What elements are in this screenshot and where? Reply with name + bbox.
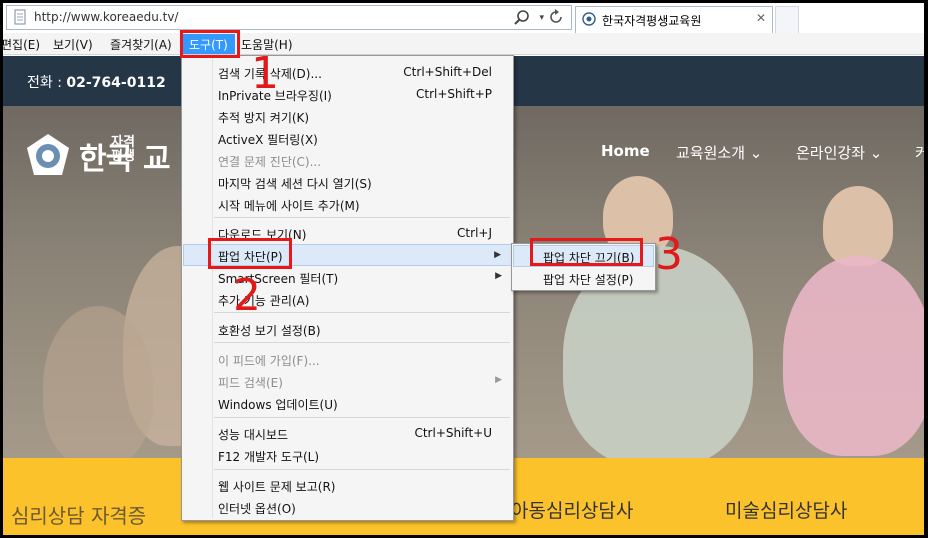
menu-edit[interactable]: 편집(E) [3,36,40,53]
logo-sub-line: 자격 [111,135,135,150]
nav-home[interactable]: Home [601,142,650,160]
menu-item-shortcut: Ctrl+J [457,226,492,240]
menu-item-label: 호환성 보기 설정(B) [218,324,321,338]
menu-item-subscribe-feed: 이 피드에 가입(F)... [183,348,512,370]
browser-window: http://www.koreaedu.tv/ ▾ 한국자격평생교육원 ✕ 편집… [3,3,924,535]
screenshot-frame: http://www.koreaedu.tv/ ▾ 한국자격평생교육원 ✕ 편집… [0,0,928,538]
menu-item-label: 인터넷 옵션(O) [218,502,296,516]
menu-item-diagnose: 연결 문제 진단(C)... [183,149,512,171]
menu-item-feed-discovery: 피드 검색(E) ▶ [183,370,512,392]
page-icon [14,9,26,25]
menu-separator [214,342,510,343]
refresh-icon[interactable] [548,9,564,25]
url-text[interactable]: http://www.koreaedu.tv/ [34,10,178,24]
menu-item-delete-history[interactable]: 검색 기록 삭제(D)... Ctrl+Shift+Del [183,61,512,83]
logo-icon [27,134,69,175]
phone-label: 전화 : [27,75,67,91]
menu-item-tracking-protection[interactable]: 추적 방지 켜기(K) [183,105,512,127]
address-bar[interactable]: http://www.koreaedu.tv/ ▾ [6,5,572,30]
site-logo-icon [582,12,596,26]
band-title[interactable]: 심리상담 자격증 [11,500,146,529]
close-icon[interactable]: ✕ [756,11,766,25]
hero-person [43,306,153,458]
menu-item-performance-dashboard[interactable]: 성능 대시보드 Ctrl+Shift+U [183,422,512,444]
nav-more[interactable]: 커 [915,142,924,163]
menu-item-shortcut: Ctrl+Shift+U [414,426,492,440]
menu-item-label: 성능 대시보드 [218,428,289,442]
menu-favorites[interactable]: 즐겨찾기(A) [110,36,172,53]
menu-item-label: 연결 문제 진단(C)... [218,155,322,169]
menu-separator [214,417,510,418]
browser-tab[interactable]: 한국자격평생교육원 ✕ [575,6,773,33]
menu-item-label: Windows 업데이트(U) [218,398,338,412]
search-icon[interactable] [513,9,531,27]
menu-item-label: 웹 사이트 문제 보고(R) [218,480,336,494]
submenu-arrow-icon: ▶ [494,250,501,260]
menu-item-compat-view[interactable]: 호환성 보기 설정(B) [183,318,512,340]
menu-item-windows-update[interactable]: Windows 업데이트(U) [183,392,512,414]
menu-item-dev-tools[interactable]: F12 개발자 도구(L) [183,444,512,466]
menu-view[interactable]: 보기(V) [53,36,93,53]
menu-item-label: F12 개발자 도구(L) [218,450,320,464]
menu-separator [214,217,510,218]
band-item[interactable]: 미술심리상담사 [725,496,847,523]
menu-separator [214,469,510,470]
step-number: 3 [655,229,683,280]
step-number: 1 [251,48,279,99]
menu-item-inprivate[interactable]: InPrivate 브라우징(I) Ctrl+Shift+P [183,83,512,105]
menu-item-popup-blocker-settings[interactable]: 팝업 차단 설정(P) [513,267,654,289]
step-number: 2 [233,270,261,321]
highlight-box-tools [180,30,240,58]
menu-item-internet-options[interactable]: 인터넷 옵션(O) [183,496,512,518]
menu-item-label: 추가 기능 관리(A) [218,294,310,308]
menu-item-report-site[interactable]: 웹 사이트 문제 보고(R) [183,474,512,496]
tools-menu: 검색 기록 삭제(D)... Ctrl+Shift+Del InPrivate … [181,55,514,521]
menu-bar: 편집(E) 보기(V) 즐겨찾기(A) 도구(T) 도움말(H) [3,33,924,55]
submenu-arrow-icon: ▶ [495,375,502,385]
menu-item-label: ActiveX 필터링(X) [218,133,318,147]
menu-item-label: 팝업 차단 설정(P) [543,273,634,287]
submenu-arrow-icon: ▶ [495,271,502,281]
logo-tail: 교 [143,142,171,177]
nav-about[interactable]: 교육원소개 ⌄ [676,142,762,163]
chevron-down-icon[interactable]: ▾ [539,13,544,23]
logo-subtext: 자격 평생 [111,136,135,164]
highlight-box-turn-off [530,238,643,266]
menu-item-add-to-start[interactable]: 시작 메뉴에 사이트 추가(M) [183,193,512,215]
hero-person [783,256,924,456]
phone-number: 02-764-0112 [66,75,166,91]
menu-item-activex-filtering[interactable]: ActiveX 필터링(X) [183,127,512,149]
menu-item-label: 마지막 검색 세션 다시 열기(S) [218,177,372,191]
band-item[interactable]: 아동심리상담사 [511,496,633,523]
menu-item-reopen-session[interactable]: 마지막 검색 세션 다시 열기(S) [183,171,512,193]
menu-item-shortcut: Ctrl+Shift+Del [403,65,492,79]
site-phone: 전화 : 02-764-0112 [27,72,166,92]
menu-item-label: 시작 메뉴에 사이트 추가(M) [218,199,360,213]
nav-online-courses[interactable]: 온라인강좌 ⌄ [796,142,882,163]
hero-face [823,186,893,266]
address-bar-row: http://www.koreaedu.tv/ ▾ 한국자격평생교육원 ✕ [3,3,924,33]
logo-sub-line: 평생 [111,149,135,164]
tab-title: 한국자격평생교육원 [602,14,702,28]
menu-item-shortcut: Ctrl+Shift+P [416,87,492,101]
new-tab-button[interactable] [775,6,799,33]
menu-item-label: 이 피드에 가입(F)... [218,354,320,368]
menu-item-label: 추적 방지 켜기(K) [218,111,310,125]
menu-item-label: 피드 검색(E) [218,376,283,390]
highlight-box-popup-blocker [208,238,292,269]
